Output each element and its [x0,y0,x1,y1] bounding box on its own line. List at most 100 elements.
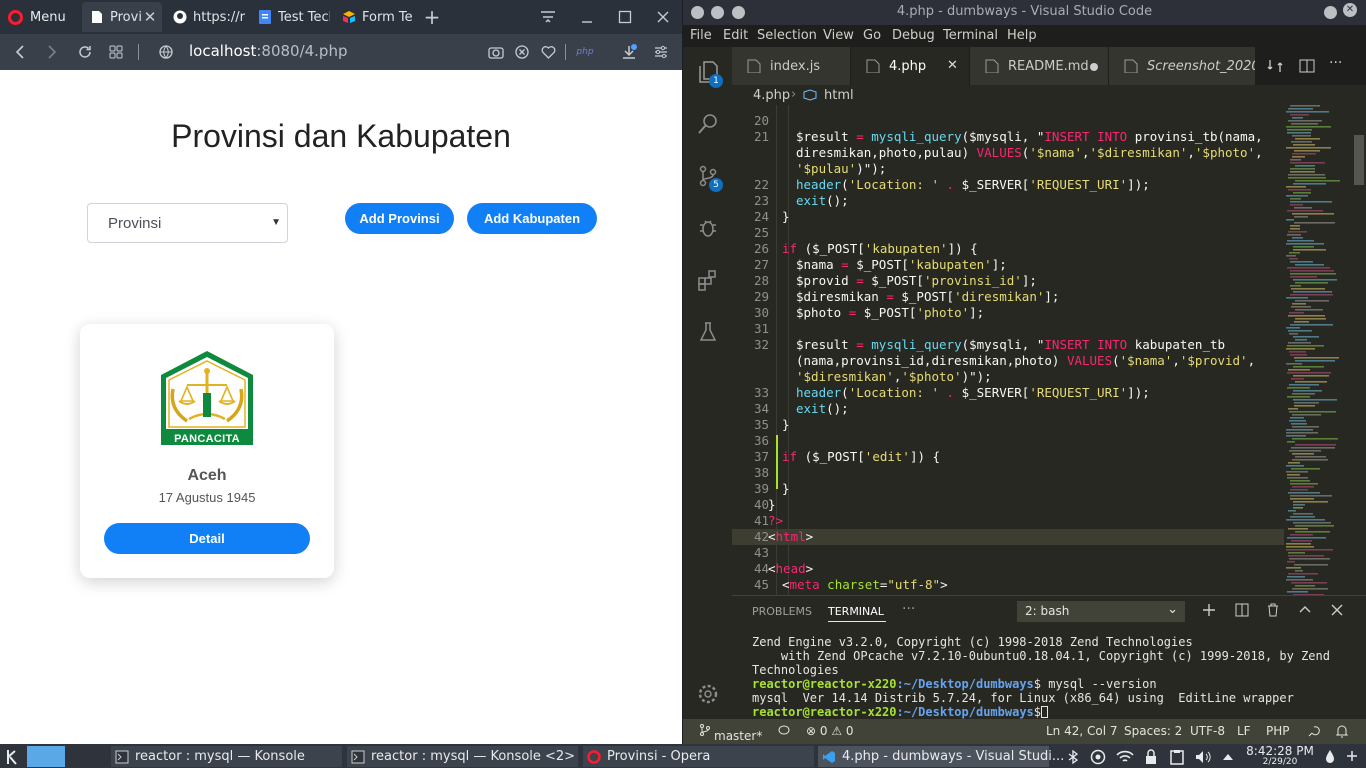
expand-tray-icon[interactable] [1222,746,1234,767]
add-kabupaten-button[interactable]: Add Kabupaten [467,203,597,234]
eol-status[interactable]: LF [1237,724,1251,738]
settings-gear-icon[interactable] [695,681,721,707]
system-info-icon[interactable] [1090,746,1106,767]
snapshot-icon[interactable] [484,40,508,64]
code-editor[interactable]: 20 21 $result = mysqli_query($mysqli, "INS… [732,105,1284,595]
forward-icon[interactable] [40,40,64,64]
kde-menu-icon[interactable] [4,746,22,767]
tab-index-js[interactable]: index.js [732,47,850,85]
code-line[interactable]: 41 ?> [732,513,1284,529]
close-tab-icon[interactable]: ✕ [947,58,958,73]
close-panel-icon[interactable] [1330,602,1344,621]
sync-icon[interactable] [777,724,791,739]
breadcrumb-file[interactable]: 4.php [753,88,790,103]
terminal-select[interactable]: 2: bash ⌄ [1017,601,1185,622]
download-icon[interactable] [617,40,641,64]
test-flask-icon[interactable] [695,319,721,345]
language-status[interactable]: PHP [1266,724,1290,738]
code-line[interactable]: 29 $diresmikan = $_POST['diresmikan']; [732,289,1284,305]
globe-icon[interactable] [154,40,178,64]
bluetooth-icon[interactable] [1068,746,1078,767]
code-line[interactable]: diresmikan,photo,pulau) VALUES('$nama','… [732,145,1284,161]
code-line[interactable]: '$diresmikan','$photo')"); [732,369,1284,385]
code-line[interactable]: 28 $provid = $_POST['provinsi_id']; [732,273,1284,289]
code-line[interactable]: 33 header('Location: ' . $_SERVER['REQUES… [732,385,1284,401]
new-tab-button[interactable]: + [420,5,444,29]
tab-screenshot[interactable]: Screenshot_2020022 [1109,47,1255,85]
tab-github[interactable]: https://r [165,2,247,32]
minimap[interactable] [1284,105,1366,596]
menu-view[interactable]: View [823,28,854,43]
code-line[interactable]: 44 <head> [732,561,1284,577]
code-line[interactable]: 26 if ($_POST['kabupaten']) { [732,241,1284,257]
window-button-icon[interactable] [1324,6,1337,19]
wifi-icon[interactable] [1116,746,1134,767]
back-icon[interactable] [8,40,32,64]
clock[interactable]: 8:42:28 PM 2/29/20 [1244,745,1316,767]
taskbar-item-vscode[interactable]: 4.php - dumbways - Visual Studi... [818,746,1064,767]
terminal-prompt[interactable]: reactor@reactor-x220:~/Desktop/dumbways$ [752,705,1049,719]
code-line[interactable]: 30 $photo = $_POST['photo']; [732,305,1284,321]
code-line[interactable]: 32 $result = mysqli_query($mysqli, "INSER… [732,337,1284,353]
tab-problems[interactable]: PROBLEMS [752,605,812,618]
code-line[interactable]: 34 exit(); [732,401,1284,417]
speed-dial-icon[interactable] [104,40,128,64]
minimize-icon[interactable] [575,5,599,29]
open-changes-icon[interactable] [1267,58,1283,78]
code-line[interactable]: 45 <meta charset="utf-8"> [732,577,1284,593]
breadcrumb-symbol[interactable]: html [824,88,854,103]
opera-menu-button[interactable]: Menu [8,7,66,27]
taskbar-item-konsole-2[interactable]: reactor : mysql — Konsole <2> [347,746,578,767]
code-line[interactable]: 37 if ($_POST['edit']) { [732,449,1284,465]
tab-menu-icon[interactable] [536,5,560,29]
code-line[interactable]: 21 $result = mysqli_query($mysqli, "INSER… [732,129,1284,145]
ad-block-icon[interactable] [510,40,534,64]
menu-terminal[interactable]: Terminal [943,28,998,43]
code-line[interactable]: (nama,provinsi_id,diresmikan,photo) VALU… [732,353,1284,369]
code-line[interactable]: 36 [732,433,1284,449]
code-line[interactable]: 43 [732,545,1284,561]
menu-go[interactable]: Go [863,28,881,43]
code-line[interactable]: 24} [732,209,1284,225]
menu-selection[interactable]: Selection [757,28,817,43]
tab-form-te[interactable]: Form Te [334,2,412,32]
clipboard-icon[interactable] [1170,746,1184,767]
url-field[interactable]: localhost:8080/4.php [189,42,348,60]
volume-icon[interactable] [1194,746,1212,767]
close-window-icon[interactable]: ✕ [1343,3,1357,17]
branch-status[interactable]: master* [699,724,762,743]
tab-provinsi[interactable]: Provi ✕ [82,2,162,32]
indentation-status[interactable]: Spaces: 2 [1124,724,1182,738]
close-tab-icon[interactable]: ✕ [142,8,158,26]
notifications-icon[interactable] [1335,724,1349,741]
add-provinsi-button[interactable]: Add Provinsi [345,203,454,234]
menu-help[interactable]: Help [1007,28,1037,43]
code-line[interactable]: 25 [732,225,1284,241]
detail-button[interactable]: Detail [104,523,310,554]
code-line[interactable]: 40} [732,497,1284,513]
debug-icon[interactable] [695,215,721,241]
code-line[interactable]: 31 [732,321,1284,337]
close-window-icon[interactable] [651,5,675,29]
tab-4-php[interactable]: 4.php ✕ [851,47,969,85]
split-editor-icon[interactable] [1299,58,1315,78]
menu-edit[interactable]: Edit [723,28,748,43]
pager-desktop-1[interactable] [27,746,65,767]
code-line[interactable]: 22 header('Location: ' . $_SERVER['REQUES… [732,177,1284,193]
maximize-icon[interactable] [613,5,637,29]
split-terminal-icon[interactable] [1235,602,1249,621]
code-line[interactable]: 35} [732,417,1284,433]
more-actions-icon[interactable]: ··· [1329,55,1342,71]
heart-icon[interactable] [536,40,560,64]
drop-icon[interactable] [1324,746,1336,767]
feedback-icon[interactable] [1307,724,1321,741]
code-line[interactable]: 23 exit(); [732,193,1284,209]
encoding-status[interactable]: UTF-8 [1190,724,1225,738]
problems-status[interactable]: ⊗ 0 ⚠ 0 [806,724,854,738]
code-line[interactable]: '$pulau')"); [732,161,1284,177]
code-line[interactable]: 42 <html> [732,529,1284,545]
tab-terminal[interactable]: TERMINAL [828,605,884,618]
code-line[interactable]: 27 $nama = $_POST['kabupaten']; [732,257,1284,273]
chevron-up-icon[interactable] [1298,602,1312,621]
taskbar-item-konsole[interactable]: reactor : mysql — Konsole [111,746,342,767]
